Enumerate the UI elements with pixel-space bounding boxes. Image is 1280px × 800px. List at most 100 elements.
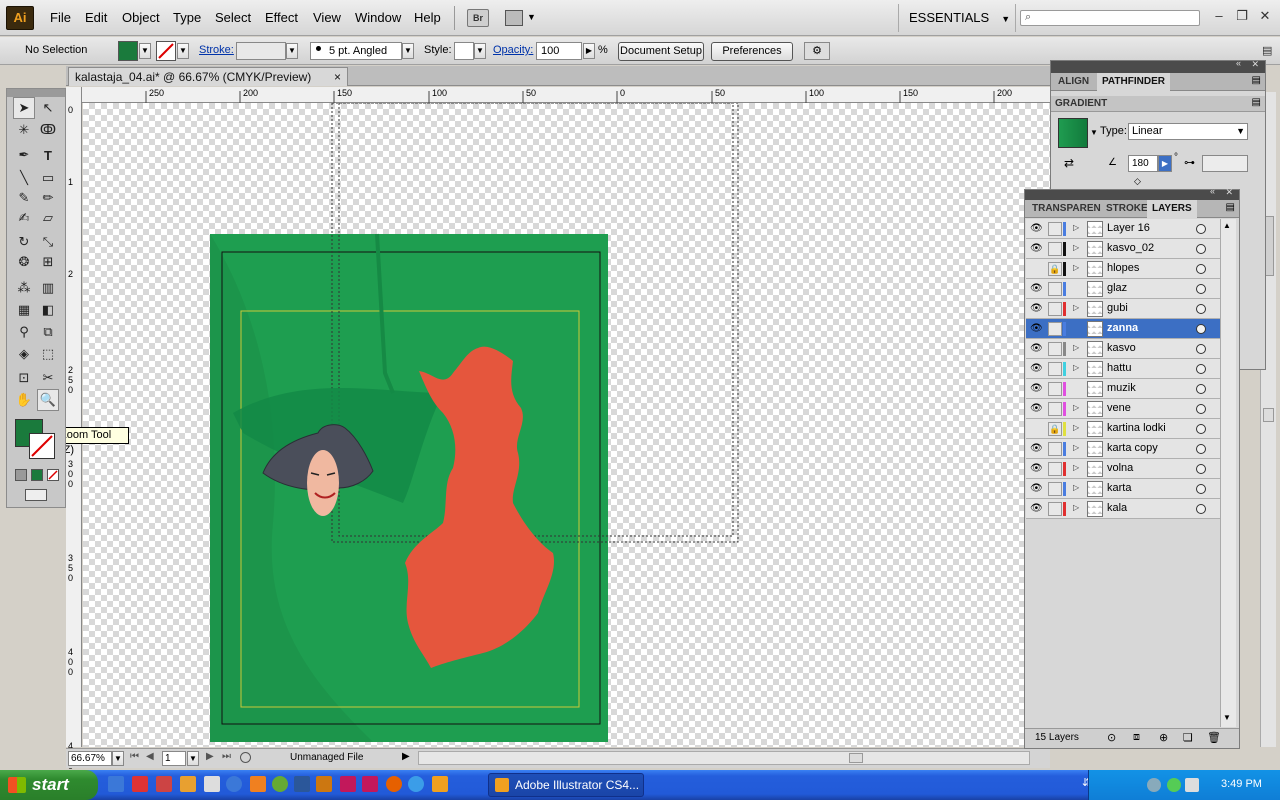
layer-name[interactable]: karta [1107,482,1131,494]
magic-wand-icon[interactable]: ✳ [13,119,35,141]
close-panel-icon[interactable]: ✕ [1225,187,1233,198]
tools-panel-grip[interactable] [7,89,65,97]
quicklaunch-icon[interactable] [156,776,172,792]
layer-target-icon[interactable] [1196,384,1206,394]
expand-triangle-icon[interactable]: ▷ [1073,223,1079,232]
layer-name[interactable]: gubi [1107,302,1128,314]
opacity-arrow-button[interactable]: ▶ [583,43,595,59]
visibility-eye-icon[interactable]: 👁 [1030,463,1043,475]
slice-tool-icon[interactable]: ✂ [37,367,59,389]
screen-mode-icon[interactable] [25,489,47,501]
help-search-input[interactable]: ⌕ [1020,10,1200,26]
free-transform-icon[interactable]: ⊞ [37,251,59,273]
zoom-level-input[interactable]: 66.67% [68,751,112,766]
visibility-eye-icon[interactable] [1030,263,1042,275]
layer-row[interactable]: 👁 ▷ kasvo_02 [1026,239,1220,259]
menu-edit[interactable]: Edit [85,10,107,25]
workspace-switcher[interactable]: ESSENTIALS ▼ [898,4,1016,32]
layer-row[interactable]: 🔒 ▷ hlopes [1026,259,1220,279]
color-mode-icon[interactable] [15,469,27,481]
gradient-header[interactable]: GRADIENT ▤ [1051,96,1265,112]
direct-selection-tool-icon[interactable]: ↖ [37,97,59,119]
layer-row[interactable]: 👁 ▷ karta [1026,479,1220,499]
panel-titlebar[interactable]: «✕ [1025,186,1239,200]
layer-target-icon[interactable] [1196,444,1206,454]
lock-toggle[interactable] [1048,242,1062,256]
lock-toggle[interactable] [1048,222,1062,236]
mesh-tool-icon[interactable]: ▦ [13,299,35,321]
expand-triangle-icon[interactable]: ▷ [1073,463,1079,472]
layer-target-icon[interactable] [1196,264,1206,274]
brush-dropdown[interactable]: ▼ [402,43,414,59]
gradient-midpoint-icon[interactable]: ◇ [1134,176,1141,187]
layer-row[interactable]: 👁 ▷ vene [1026,399,1220,419]
tab-transparency[interactable]: TRANSPAREN [1027,200,1106,218]
lock-toggle[interactable] [1048,382,1062,396]
blend-tool-icon[interactable]: ⧉ [37,321,59,343]
pencil-icon[interactable]: ✏ [37,187,59,209]
lock-toggle[interactable] [1048,342,1062,356]
lock-toggle[interactable] [1048,482,1062,496]
arrange-dropdown-icon[interactable]: ▼ [527,12,536,22]
artwork[interactable] [83,103,1050,747]
layer-row[interactable]: 👁 ▷ volna [1026,459,1220,479]
quicklaunch-icon[interactable] [180,776,196,792]
expand-triangle-icon[interactable]: ▷ [1073,403,1079,412]
gradient-angle-input[interactable]: 180 [1128,155,1158,172]
minimize-button[interactable]: – [1210,8,1228,24]
lock-toggle[interactable] [1048,302,1062,316]
paintbrush-icon[interactable]: ✎ [13,187,35,209]
expand-triangle-icon[interactable]: ▷ [1073,443,1079,452]
artboard-number-input[interactable]: 1 [162,751,186,766]
blob-brush-icon[interactable]: ✍ [13,207,35,229]
menu-help[interactable]: Help [414,10,441,25]
taskbar-illustrator-button[interactable]: Adobe Illustrator CS4... [488,773,644,797]
lock-toggle[interactable] [1048,502,1062,516]
visibility-eye-icon[interactable]: 👁 [1030,243,1043,255]
expand-triangle-icon[interactable]: ▷ [1073,503,1079,512]
aspect-ratio-input[interactable] [1202,155,1248,172]
restore-button[interactable]: ❐ [1233,8,1251,24]
layer-row[interactable]: 👁 ▷ gubi [1026,299,1220,319]
gradient-swatch-dropdown[interactable]: ▼ [1090,128,1098,137]
word-icon[interactable] [294,776,310,792]
selection-tool-icon[interactable]: ➤ [13,97,35,119]
quicklaunch-icon[interactable] [272,776,288,792]
layer-target-icon[interactable] [1196,344,1206,354]
zoom-dropdown[interactable]: ▼ [112,751,124,766]
visibility-eye-icon[interactable]: 👁 [1030,343,1043,355]
artboard-canvas[interactable] [83,103,1050,747]
zoom-tool-icon[interactable]: 🔍 [37,389,59,411]
type-tool-icon[interactable]: T [37,144,59,166]
opacity-input[interactable]: 100 [536,42,582,60]
close-button[interactable]: ✕ [1256,8,1274,24]
collapse-icon[interactable]: « [1210,186,1215,196]
quicklaunch-icon[interactable] [204,776,220,792]
visibility-eye-icon[interactable]: 👁 [1030,283,1043,295]
layer-row[interactable]: 👁 ▷ karta copy [1026,439,1220,459]
menu-select[interactable]: Select [215,10,251,25]
scale-tool-icon[interactable]: ⤡ [37,231,59,253]
quicklaunch-icon[interactable] [226,776,242,792]
lock-toggle[interactable] [1048,402,1062,416]
status-menu-arrow[interactable]: ▶ [402,751,410,762]
expand-triangle-icon[interactable]: ▷ [1073,263,1079,272]
lock-toggle[interactable] [1048,362,1062,376]
layers-scrollbar[interactable]: ▲ ▼ [1220,219,1236,727]
tray-icon[interactable] [1167,778,1181,792]
layer-name[interactable]: muzik [1107,382,1136,394]
expand-triangle-icon[interactable]: ▷ [1073,483,1079,492]
layer-target-icon[interactable] [1196,424,1206,434]
stroke-label[interactable]: Stroke: [199,44,234,56]
artboard-tool-icon[interactable]: ⊡ [13,367,35,389]
tab-pathfinder[interactable]: PATHFINDER [1097,73,1170,91]
visibility-eye-icon[interactable]: 👁 [1030,503,1043,515]
tab-stroke[interactable]: STROKE [1101,200,1153,218]
fill-dropdown[interactable]: ▼ [139,43,151,59]
brush-definition-select[interactable]: 5 pt. Angled [310,42,402,60]
quicklaunch-icon[interactable] [362,776,378,792]
live-paint-selection-icon[interactable]: ⬚ [37,343,59,365]
visibility-eye-icon[interactable]: 👁 [1030,323,1043,335]
scroll-thumb[interactable] [849,753,863,763]
expand-triangle-icon[interactable]: ▷ [1073,243,1079,252]
